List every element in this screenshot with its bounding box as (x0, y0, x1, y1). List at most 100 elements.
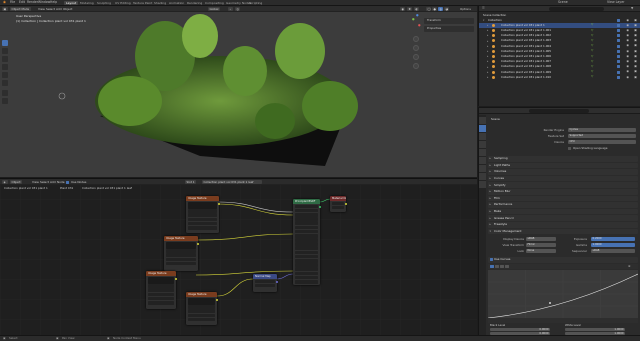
chevron-right-icon[interactable]: ▸ (490, 177, 491, 180)
node-field[interactable] (188, 309, 215, 313)
eye-icon[interactable]: ◉ (626, 23, 629, 27)
expand-icon[interactable]: ▸ (487, 29, 488, 32)
expand-icon[interactable]: ▸ (487, 24, 488, 27)
expand-icon[interactable]: ▸ (487, 39, 488, 43)
camera-icon[interactable]: ▣ (634, 65, 637, 68)
node-field[interactable] (295, 225, 318, 230)
checkbox-icon[interactable] (617, 65, 620, 69)
node-header[interactable]: Image Texture (164, 236, 198, 241)
material-tab-icon[interactable] (479, 181, 486, 188)
device-select[interactable]: CPU (568, 140, 636, 145)
panel-performance[interactable]: ▸ Performance (488, 202, 638, 208)
gamma-slider[interactable]: 1.0000 (591, 243, 635, 248)
node-field[interactable] (295, 271, 318, 276)
node-field[interactable] (148, 296, 174, 301)
tab-uv-editing[interactable]: UV Editing (113, 1, 133, 5)
node-field[interactable] (295, 217, 318, 221)
view-layer-selector[interactable]: View Layer (607, 1, 624, 4)
mesh-data-icon[interactable]: ▽ (591, 54, 593, 58)
outliner-item[interactable]: ▸ Collection plant vol 031 plant 1.009 ▽ ◉ ▣ (479, 70, 640, 75)
eye-icon[interactable]: ◉ (626, 18, 629, 22)
node-field[interactable] (295, 221, 318, 225)
node-field[interactable] (295, 246, 318, 251)
node-field[interactable] (295, 279, 318, 284)
panel-bake[interactable]: ▸ Bake (488, 208, 638, 215)
outliner-editor-icon[interactable]: ☰ (482, 7, 485, 10)
expand-icon[interactable]: ▸ (487, 65, 488, 69)
node-field[interactable] (188, 217, 217, 222)
tab-rendering[interactable]: Rendering (185, 1, 204, 5)
expand-icon[interactable]: ▾ (483, 19, 484, 22)
node-image-texture[interactable]: Image Texture (164, 236, 198, 271)
panel-motion-blur[interactable]: ▸ Motion Blur (488, 189, 638, 195)
outliner[interactable]: ☰ ▼ Scene Collection ▾ Collection ◉ ▣ ▸ C… (478, 6, 640, 106)
tab-scripting[interactable]: Scripting (247, 1, 264, 5)
expand-icon[interactable]: ▸ (487, 60, 488, 63)
node-field[interactable] (295, 229, 318, 234)
tab-texture-paint[interactable]: Texture Paint (131, 1, 154, 5)
curve-graph[interactable] (488, 270, 638, 318)
eye-icon[interactable]: ◉ (626, 75, 629, 79)
axis-x-icon[interactable]: ● (418, 24, 421, 27)
camera-icon[interactable]: ▣ (634, 75, 637, 79)
checkbox-icon[interactable] (617, 39, 620, 43)
black-level-r[interactable]: 0.0000 (490, 328, 550, 332)
mesh-data-icon[interactable]: ▽ (591, 38, 593, 42)
node-field[interactable] (148, 300, 174, 305)
panel-volumes[interactable]: ▸ Volumes (488, 169, 638, 175)
panel-light-paths[interactable]: ▸ Light Paths (488, 162, 638, 169)
camera-icon[interactable]: ▣ (634, 59, 637, 63)
chevron-right-icon[interactable]: ▸ (490, 157, 491, 160)
tool-tab-icon[interactable] (479, 117, 486, 124)
mesh-data-icon[interactable]: ▽ (591, 33, 593, 37)
curve-point[interactable] (549, 302, 551, 304)
curve-channel-b[interactable] (505, 264, 509, 269)
scene-tab-icon[interactable] (479, 149, 486, 156)
camera-icon[interactable]: ▣ (634, 49, 637, 53)
chevron-right-icon[interactable]: ▸ (490, 183, 491, 187)
mesh-data-icon[interactable]: ▽ (591, 75, 593, 78)
outliner-item[interactable]: ▸ Collection plant vol 031 plant 1.004 ▽ ◉ ▣ (479, 44, 640, 49)
node-image-texture[interactable]: Image Texture (186, 292, 217, 325)
chevron-right-icon[interactable]: ▸ (490, 210, 491, 213)
checkbox-icon[interactable] (617, 44, 620, 48)
panel-grease-pencil[interactable]: ▸ Grease Pencil (488, 215, 638, 221)
eye-icon[interactable]: ◉ (626, 49, 629, 53)
menu-file[interactable]: File (10, 1, 15, 4)
sequencer-select[interactable]: sRGB (591, 249, 635, 254)
shader-node-editor[interactable]: ◈ Object View Select Add Node Use Nodes … (0, 178, 477, 335)
node-header[interactable]: Material Output (330, 196, 346, 201)
curve-channel-combined[interactable] (490, 264, 494, 269)
render-tab-icon[interactable] (479, 125, 486, 132)
modifier-tab-icon[interactable] (479, 173, 486, 180)
expand-icon[interactable]: ▸ (487, 55, 488, 58)
node-field[interactable] (295, 233, 318, 238)
outliner-item[interactable]: ▸ Collection plant vol 031 plant 1.008 ▽ ◉ ▣ (479, 64, 640, 70)
curve-channel-r[interactable] (495, 264, 499, 269)
panel-color-management[interactable]: ▾ Color Management (488, 228, 638, 235)
node-field[interactable] (188, 317, 215, 322)
mesh-data-icon[interactable]: ▽ (591, 59, 593, 63)
ortho-toggle-icon[interactable] (413, 63, 419, 69)
camera-icon[interactable]: ▣ (634, 54, 637, 58)
checkbox-icon[interactable] (617, 49, 620, 53)
filter-icon[interactable]: ▼ (631, 7, 633, 10)
checkbox-icon[interactable] (617, 28, 620, 32)
sidebar-tab-properties[interactable]: Properties (424, 26, 474, 32)
eye-icon[interactable]: ◉ (626, 39, 629, 42)
panel-freestyle[interactable]: ▸ Freestyle (488, 222, 638, 228)
camera-icon[interactable]: ▣ (634, 39, 637, 42)
mesh-data-icon[interactable]: ▽ (591, 28, 593, 32)
display-device-select[interactable]: sRGB (526, 237, 556, 242)
blender-logo-icon[interactable]: ◉ (3, 0, 6, 4)
expand-icon[interactable]: ▸ (487, 44, 488, 48)
node-image-texture[interactable]: Image Texture (146, 271, 176, 309)
mesh-data-icon[interactable]: ▽ (591, 64, 593, 68)
mesh-data-icon[interactable]: ▽ (591, 70, 593, 73)
look-select[interactable]: None (526, 249, 556, 254)
checkbox-icon[interactable] (617, 60, 620, 64)
checkbox-icon[interactable] (617, 23, 620, 27)
node-field[interactable] (332, 201, 344, 206)
node-field[interactable] (148, 284, 174, 288)
expand-icon[interactable]: ▸ (487, 70, 488, 74)
